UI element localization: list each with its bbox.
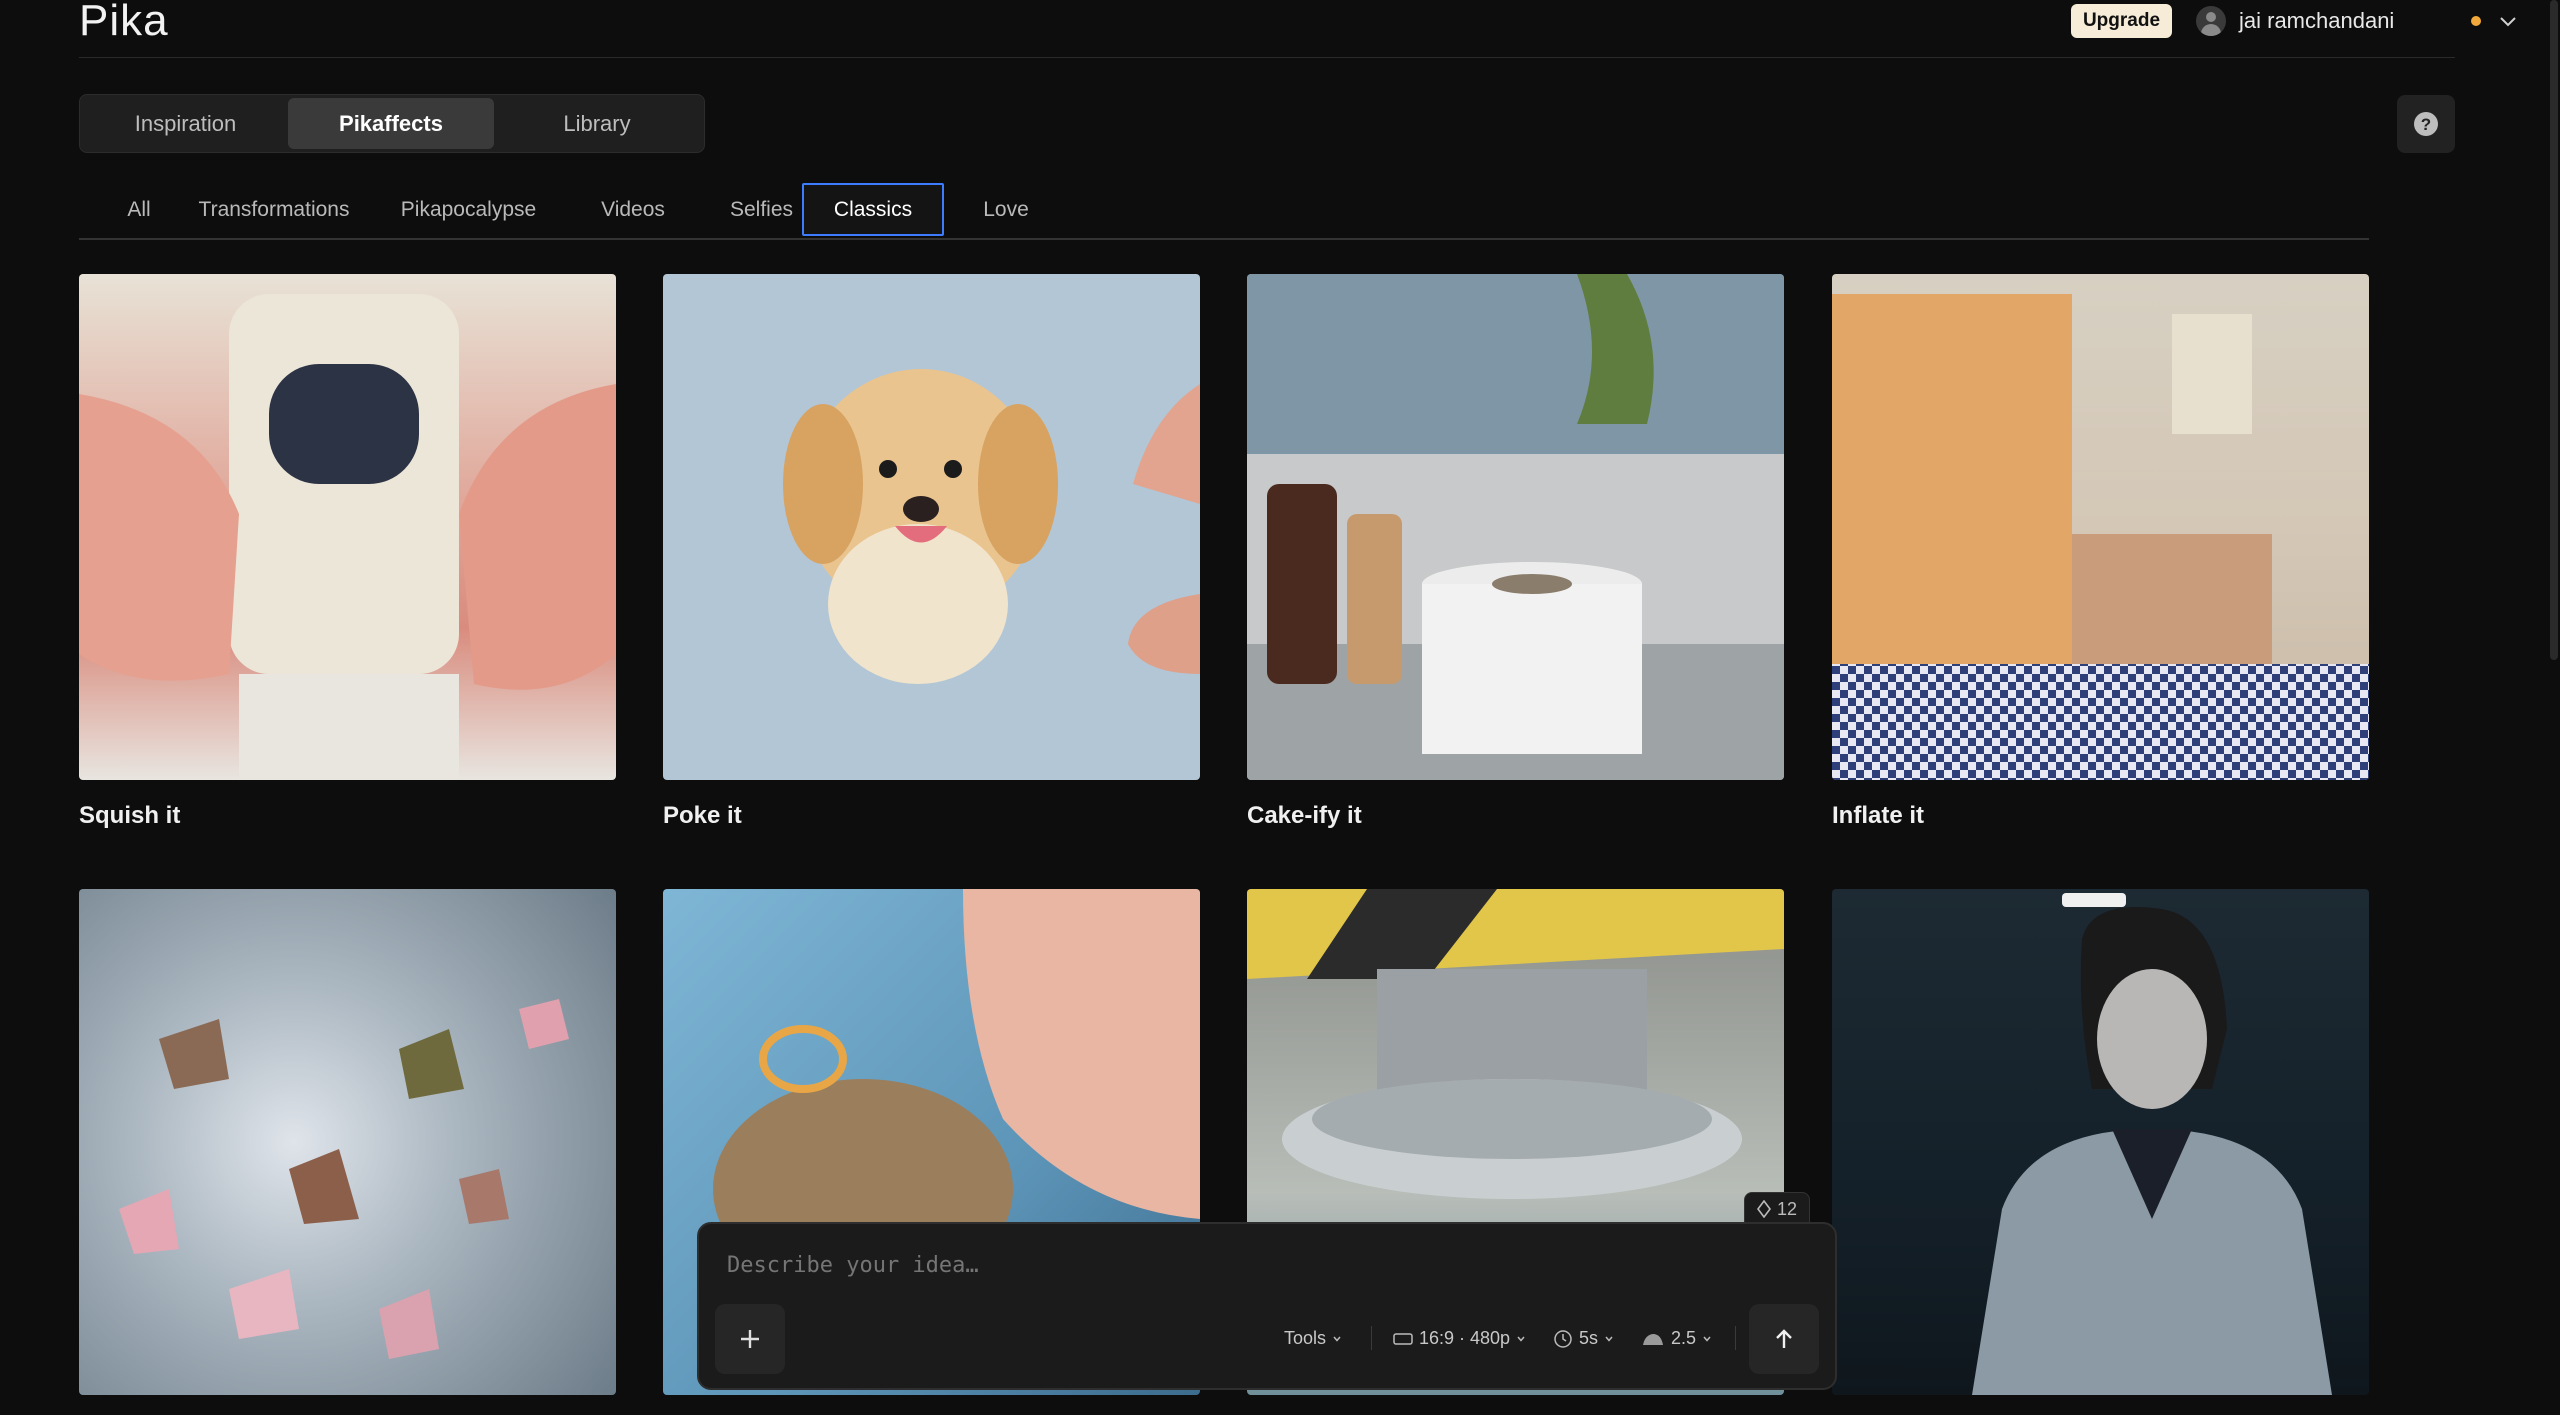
chevron-down-icon (1517, 1336, 1525, 1342)
tab-library[interactable]: Library (494, 98, 700, 149)
category-filters: All Transformations Pikapocalypse Videos… (79, 183, 2369, 240)
diamond-icon (1757, 1200, 1771, 1218)
prompt-input[interactable] (725, 1252, 1729, 1279)
upgrade-button[interactable]: Upgrade (2071, 4, 2172, 38)
svg-text:?: ? (2421, 115, 2431, 134)
arrow-up-icon (1776, 1329, 1792, 1348)
card-title: Squish it (79, 802, 181, 829)
tools-dropdown[interactable]: Tools (1284, 1328, 1342, 1349)
filter-transformations[interactable]: Transformations (179, 183, 369, 236)
add-button[interactable] (715, 1304, 785, 1374)
section-tabs: Inspiration Pikaffects Library (79, 94, 705, 153)
help-icon: ? (2414, 112, 2438, 136)
model-icon (1643, 1333, 1663, 1345)
filter-videos[interactable]: Videos (569, 183, 697, 236)
model-label: 2.5 (1671, 1328, 1697, 1348)
poke-thumbnail[interactable] (663, 274, 1200, 780)
format-dropdown[interactable]: 16:9 · 480p (1393, 1328, 1526, 1349)
toolbar-divider (1371, 1326, 1372, 1350)
card-title: Cake-ify it (1247, 802, 1362, 829)
hallway-thumbnail[interactable] (1832, 889, 2369, 1395)
duration-label: 5s (1579, 1328, 1599, 1348)
chevron-down-icon[interactable] (2497, 10, 2519, 32)
format-label: 16:9 · 480p (1419, 1328, 1511, 1348)
filter-all[interactable]: All (99, 183, 179, 236)
effect-card[interactable]: Poke it (663, 274, 1200, 830)
inflate-image (1832, 294, 2369, 780)
prompt-bar: Tools 16:9 · 480p 5s 2.5 (697, 1222, 1837, 1390)
effect-card[interactable]: Cake-ify it (1247, 274, 1784, 830)
card-title: Poke it (663, 802, 742, 829)
effect-card[interactable]: Squish it (79, 274, 616, 830)
filter-pikapocalypse[interactable]: Pikapocalypse (371, 183, 566, 236)
credits-count: 12 (1777, 1198, 1798, 1219)
explode-image (119, 999, 569, 1359)
help-button[interactable]: ? (2397, 95, 2455, 153)
status-dot (2471, 16, 2481, 26)
credits-badge: 12 (1744, 1192, 1811, 1225)
page-scrollbar[interactable] (2550, 0, 2558, 660)
effect-card[interactable]: Inflate it (1832, 274, 2369, 830)
avatar[interactable] (2196, 6, 2226, 36)
duration-dropdown[interactable]: 5s (1553, 1328, 1614, 1349)
top-header: Pika Upgrade jai ramchandani (79, 0, 2516, 58)
plus-icon (741, 1330, 759, 1348)
chevron-down-icon (1605, 1336, 1613, 1342)
poke-image (783, 369, 1200, 684)
cakeify-thumbnail[interactable] (1247, 274, 1784, 780)
user-name[interactable]: jai ramchandani (2239, 8, 2394, 34)
tab-pikaffects[interactable]: Pikaffects (288, 98, 494, 149)
clock-icon (1554, 1329, 1572, 1348)
cakeify-image (1247, 274, 1784, 780)
explode-thumbnail[interactable] (79, 889, 616, 1395)
send-button[interactable] (1749, 1304, 1819, 1374)
tab-inspiration[interactable]: Inspiration (83, 98, 288, 149)
chevron-down-icon (1703, 1336, 1711, 1342)
squish-thumbnail[interactable] (79, 274, 616, 780)
chevron-down-icon (1333, 1336, 1341, 1342)
filter-classics[interactable]: Classics (802, 183, 944, 236)
effect-card[interactable] (79, 889, 616, 1395)
hallway-image (1972, 893, 2332, 1395)
aspect-ratio-icon (1393, 1332, 1413, 1345)
effect-card[interactable] (1832, 889, 2369, 1395)
card-title: Inflate it (1832, 802, 1925, 829)
tools-label: Tools (1284, 1328, 1327, 1348)
filter-love[interactable]: Love (947, 183, 1065, 236)
model-dropdown[interactable]: 2.5 (1641, 1328, 1712, 1349)
inflate-thumbnail[interactable] (1832, 274, 2369, 780)
pika-logo[interactable]: Pika (79, 0, 169, 46)
squish-image (79, 294, 616, 780)
toolbar-divider (1735, 1326, 1736, 1350)
